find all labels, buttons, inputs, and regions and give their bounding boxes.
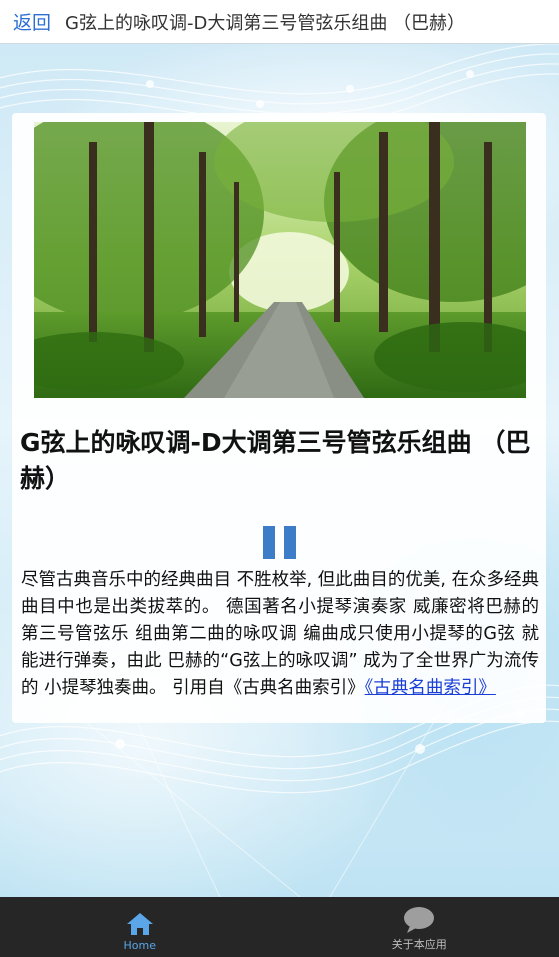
tab-home-label: Home	[123, 939, 156, 952]
tab-about[interactable]: 关于本应用	[280, 897, 559, 957]
tab-home[interactable]: Home	[0, 897, 280, 957]
song-title: G弦上的咏叹调-D大调第三号管弦乐组曲 （巴赫）	[20, 428, 531, 493]
chat-bubble-icon	[404, 907, 435, 933]
pause-button[interactable]	[263, 526, 296, 559]
forest-path-image	[34, 122, 526, 398]
song-description: 尽管古典音乐中的经典曲目 不胜枚举, 但此曲目的优美, 在众多经典曲目中也是出类…	[21, 567, 539, 702]
top-bar: 返回 G弦上的咏叹调-D大调第三号管弦乐组曲 （巴赫）	[0, 0, 559, 44]
home-icon	[126, 913, 153, 935]
back-button[interactable]: 返回	[13, 8, 51, 35]
song-card: G弦上的咏叹调-D大调第三号管弦乐组曲 （巴赫） 尽管古典音乐中的经典曲目 不胜…	[12, 113, 546, 723]
bottom-tab-bar: Home 关于本应用	[0, 897, 559, 957]
pause-icon	[263, 526, 275, 559]
tab-about-label: 关于本应用	[391, 938, 447, 951]
source-link[interactable]: 《古典名曲索引》	[365, 678, 496, 698]
page-title: G弦上的咏叹调-D大调第三号管弦乐组曲 （巴赫）	[65, 12, 466, 34]
